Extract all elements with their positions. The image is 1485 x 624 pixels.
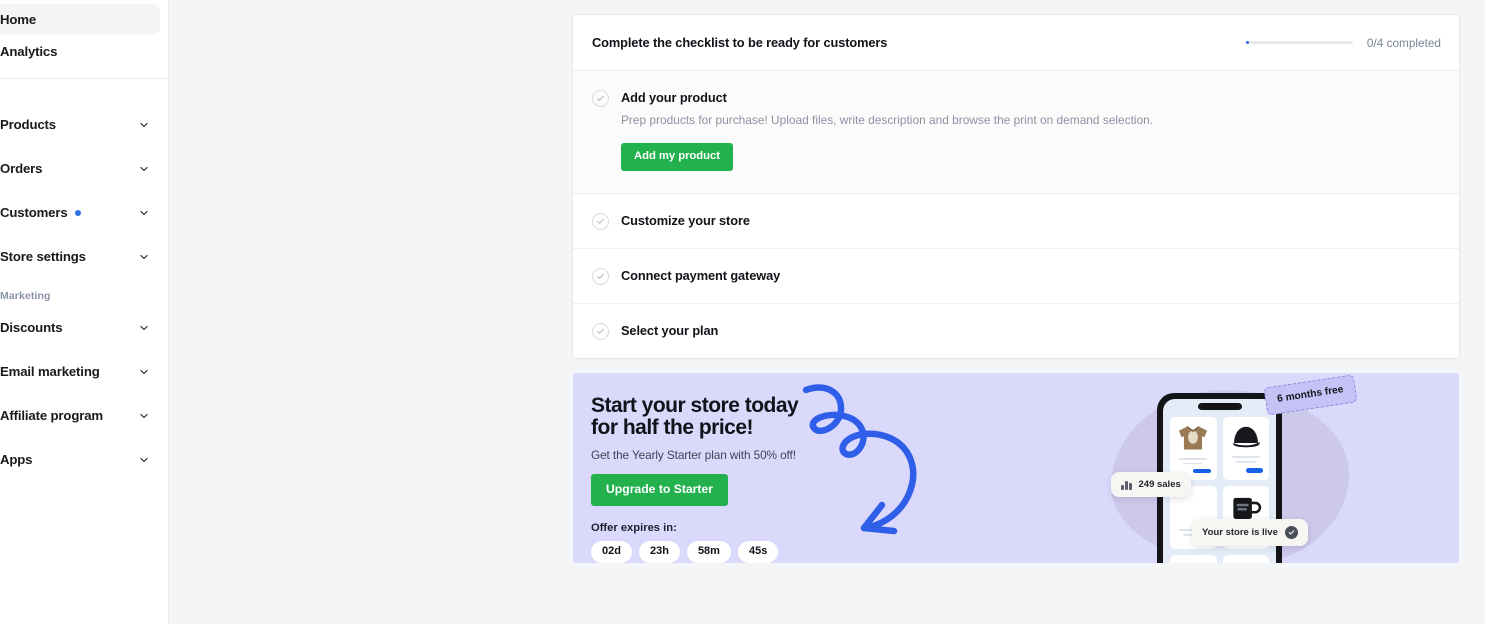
sidebar-item-analytics[interactable]: Analytics [0,36,160,67]
checklist-item-description: Prep products for purchase! Upload files… [621,113,1154,127]
upgrade-to-starter-button[interactable]: Upgrade to Starter [591,474,728,506]
sidebar-item-store-settings[interactable]: Store settings [0,241,160,272]
countdown-days: 02d [591,540,632,564]
placeholder-line [1231,456,1260,458]
sidebar-item-label: Analytics [0,44,58,59]
chevron-down-icon [140,457,148,462]
checklist-item-body: Select your plan [621,322,1441,340]
phone-notch [1197,403,1242,411]
sidebar-group-top: Home Analytics [0,0,168,79]
sales-tooltip: 249 sales [1111,472,1191,498]
sidebar-item-apps[interactable]: Apps [0,444,160,475]
product-action-button[interactable] [1245,467,1263,474]
product-card [1222,417,1269,481]
promo-subtitle: Get the Yearly Starter plan with 50% off… [591,448,796,463]
placeholder-line [1235,460,1256,463]
store-live-tooltip: Your store is live [1192,519,1308,547]
check-circle-icon[interactable] [592,268,609,286]
check-circle-icon[interactable] [592,90,609,107]
checklist-item-body: Connect payment gateway [621,267,1441,285]
chevron-down-icon [140,210,148,215]
sidebar-item-label: Orders [0,161,43,176]
sidebar-item-label: Store settings [0,249,86,264]
cap-icon [1229,424,1263,450]
sidebar-item-customers[interactable]: Customers [0,197,160,228]
sidebar-group-main: Products Orders Customers Store settings… [0,79,168,475]
chevron-down-icon [140,369,148,374]
checklist-item-select-plan[interactable]: Select your plan [573,304,1459,359]
sidebar-item-label: Products [0,117,56,132]
store-live-label: Your store is live [1202,527,1278,539]
sidebar-item-label: Email marketing [0,364,100,379]
chevron-down-icon [140,166,148,171]
promo-text-block: Start your store today for half the pric… [591,394,991,564]
promo-heading-line1: Start your store today [591,394,799,418]
checklist-item-body: Add your product Prep products for purch… [621,89,1441,172]
countdown-seconds: 45s [737,540,779,564]
promo-banner: Start your store today for half the pric… [573,373,1459,564]
offer-expires-label: Offer expires in: [591,521,677,534]
chevron-down-icon [140,254,148,259]
six-months-free-badge: 6 months free [1263,374,1358,416]
product-card [1170,417,1217,481]
sidebar-item-label: Customers [0,205,68,220]
sales-tooltip-label: 249 sales [1138,479,1181,491]
sidebar-item-affiliate-program[interactable]: Affiliate program [0,400,160,431]
checklist-item-customize-store[interactable]: Customize your store [573,194,1459,250]
checklist-item-body: Customize your store [621,212,1441,230]
phone-illustration: 249 sales Your store is live 6 months fr… [1099,373,1459,564]
product-action-button[interactable] [1193,468,1211,474]
sidebar-item-label: Discounts [0,320,63,335]
checklist-item-connect-payment[interactable]: Connect payment gateway [573,249,1459,305]
progress-bar-track [1245,41,1353,44]
countdown-timer: 02d 23h 58m 45s [591,540,991,564]
product-card [1170,555,1217,564]
checklist-item-title: Customize your store [621,213,750,229]
sidebar-item-label: Apps [0,452,33,467]
sidebar-section-header-marketing: Marketing [0,290,51,302]
product-card [1222,555,1269,564]
sidebar-item-label: Affiliate program [0,408,103,423]
checklist-item-add-product[interactable]: Add your product Prep products for purch… [573,71,1459,195]
sweatshirt-icon [1176,424,1210,452]
sidebar-item-home[interactable]: Home [0,4,160,35]
checklist-card: Complete the checklist to be ready for c… [573,15,1459,359]
sidebar-item-label: Home [0,12,37,27]
bar-chart-icon [1121,480,1132,490]
add-my-product-button[interactable]: Add my product [621,143,733,172]
checklist-item-title: Select your plan [621,323,719,339]
notification-dot-icon [74,209,81,216]
countdown-minutes: 58m [686,540,731,564]
check-circle-icon[interactable] [592,323,609,341]
checklist-header: Complete the checklist to be ready for c… [573,15,1459,71]
placeholder-line [1179,458,1208,460]
sidebar-item-products[interactable]: Products [0,109,160,140]
checklist-title: Complete the checklist to be ready for c… [592,35,888,50]
sidebar: Home Analytics Products Orders Customers [0,0,169,624]
app-root: Home Analytics Products Orders Customers [0,0,1485,624]
countdown-hours: 23h [638,540,680,564]
chevron-down-icon [140,122,148,127]
sidebar-item-orders[interactable]: Orders [0,153,160,184]
gray-product-icon [1233,562,1259,563]
check-badge-icon [1284,526,1298,540]
checklist-progress: 0/4 completed [1245,35,1441,50]
checklist-item-title: Add your product [621,90,727,105]
progress-bar-fill [1245,41,1249,44]
check-circle-icon[interactable] [592,213,609,231]
main-content: Complete the checklist to be ready for c… [169,0,1485,624]
chevron-down-icon [140,325,148,330]
placeholder-line [1183,462,1204,464]
sidebar-item-discounts[interactable]: Discounts [0,312,160,343]
progress-label: 0/4 completed [1366,35,1441,50]
sidebar-item-email-marketing[interactable]: Email marketing [0,356,160,387]
pink-product-icon [1180,562,1206,563]
checklist-item-title: Connect payment gateway [621,268,781,284]
chevron-down-icon [140,413,148,418]
content-column: Complete the checklist to be ready for c… [573,15,1459,564]
promo-heading-line2: for half the price! [591,416,754,440]
